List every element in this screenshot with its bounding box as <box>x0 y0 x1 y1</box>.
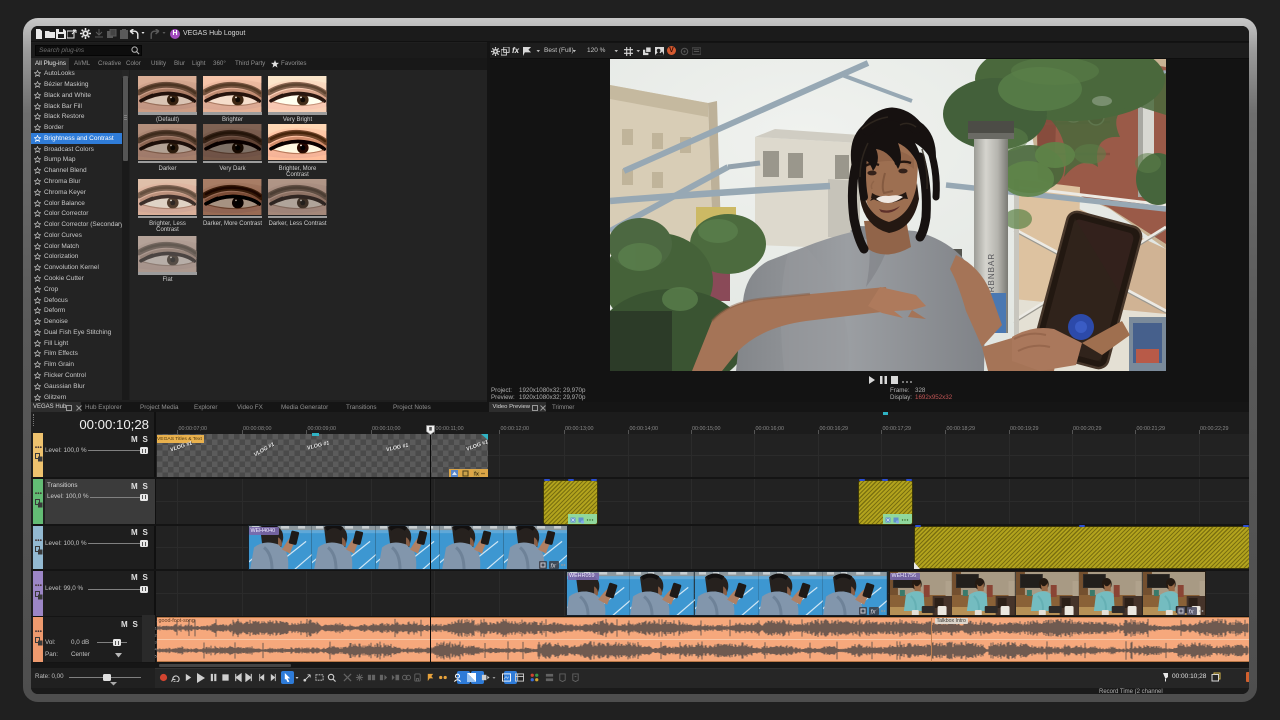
svg-text:fx: fx <box>551 562 557 569</box>
svg-text:fx: fx <box>1189 608 1195 615</box>
svg-text:fx: fx <box>871 608 877 615</box>
